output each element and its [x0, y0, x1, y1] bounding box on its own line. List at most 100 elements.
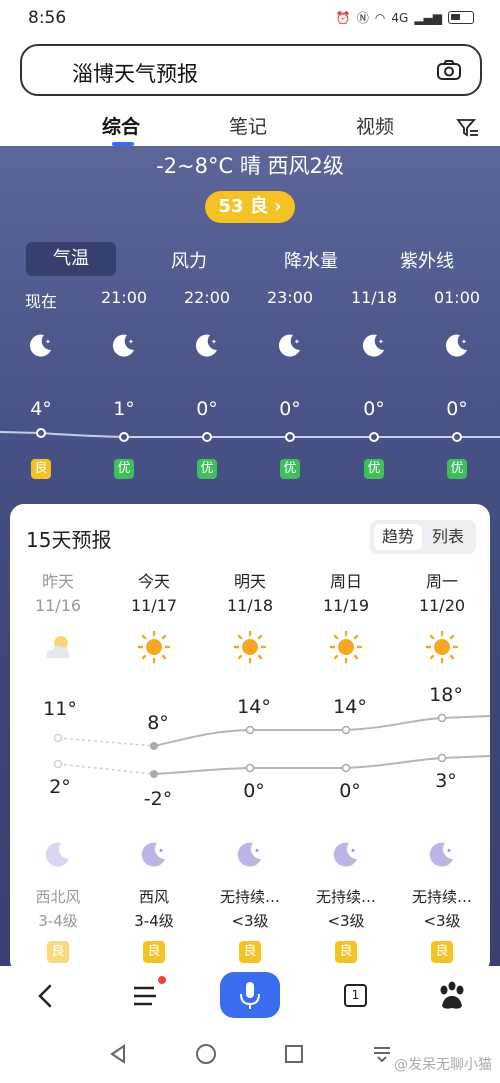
filter-icon[interactable]: [456, 118, 480, 138]
system-recents-icon[interactable]: [282, 1042, 306, 1066]
tab-temperature[interactable]: 气温: [26, 242, 116, 276]
wind-direction: 无持续…: [219, 888, 280, 906]
high-point: [341, 725, 351, 735]
result-tabs: 综合 笔记 视频: [0, 106, 500, 146]
svg-text:✦: ✦: [128, 338, 134, 346]
system-navigation: @发呆无聊小猫: [0, 1026, 500, 1083]
wind-direction: 无持续…: [315, 888, 376, 906]
watermark: @发呆无聊小猫: [394, 1057, 492, 1073]
tabs-button[interactable]: 1: [336, 976, 376, 1016]
moon-icon: ✦: [429, 842, 453, 867]
microphone-icon: [240, 982, 260, 1009]
svg-text:✦: ✦: [254, 847, 260, 855]
hour-temp: 0°: [279, 398, 301, 420]
hour-label: 01:00: [433, 288, 481, 307]
tab-general[interactable]: 综合: [102, 112, 140, 139]
battery-icon: [448, 11, 474, 24]
search-query[interactable]: 淄博天气预报: [72, 58, 198, 88]
hour-label: 23:00: [266, 288, 314, 307]
search-box[interactable]: 淄博天气预报: [20, 44, 482, 96]
system-home-icon[interactable]: [194, 1042, 218, 1066]
back-arrow-icon[interactable]: [26, 976, 66, 1016]
moon-icon: ✦: [29, 334, 51, 357]
bottom-navigation: 1: [0, 966, 500, 1026]
wind-direction: 西北风: [35, 888, 81, 906]
signal-icon: ▂▄▆: [414, 10, 442, 25]
network-type: 4G: [391, 10, 409, 25]
air-quality-chip: 优: [447, 459, 467, 479]
low-temp: 3°: [435, 770, 457, 792]
svg-text:✦: ✦: [378, 338, 384, 346]
moon-icon: ✦: [278, 334, 300, 357]
moon-icon: ✦: [141, 842, 165, 867]
svg-text:✦: ✦: [294, 338, 300, 346]
hourly-temp-line: [0, 428, 500, 442]
hourly-point: [285, 432, 295, 442]
air-quality-chip: 良: [335, 941, 357, 963]
air-quality-chip: 良: [431, 941, 453, 963]
voice-search-button[interactable]: [220, 972, 280, 1018]
low-temp: 0°: [339, 780, 361, 802]
moon-icon: ✦: [237, 842, 261, 867]
low-point: [437, 753, 447, 763]
hourly-point: [202, 432, 212, 442]
hour-temp: 0°: [196, 398, 218, 420]
hourly-point: [452, 432, 462, 442]
system-back-icon[interactable]: [106, 1042, 130, 1066]
status-time: 8:56: [28, 8, 67, 28]
svg-text:✦: ✦: [446, 847, 452, 855]
high-point: [437, 713, 447, 723]
tab-precipitation[interactable]: 降水量: [266, 247, 356, 273]
hour-temp: 0°: [363, 398, 385, 420]
tab-notes[interactable]: 笔记: [229, 112, 267, 139]
air-quality-chip: 优: [114, 459, 134, 479]
low-point: [53, 759, 63, 769]
low-point: [341, 763, 351, 773]
tab-uv[interactable]: 紫外线: [382, 247, 472, 273]
camera-icon[interactable]: [436, 59, 462, 81]
air-quality-chip: 优: [364, 459, 384, 479]
hour-temp: 4°: [30, 398, 52, 420]
air-quality-chip: 优: [197, 459, 217, 479]
tab-count: 1: [351, 988, 360, 1002]
svg-text:✦: ✦: [211, 338, 217, 346]
moon-icon: ✦: [112, 334, 134, 357]
svg-text:✦: ✦: [158, 847, 164, 855]
system-menu-icon[interactable]: [370, 1042, 394, 1066]
high-point: [150, 742, 158, 750]
low-temp: -2°: [143, 788, 173, 810]
low-point: [150, 770, 158, 778]
low-point: [245, 763, 255, 773]
tab-videos[interactable]: 视频: [356, 112, 394, 139]
svg-text:✦: ✦: [461, 338, 467, 346]
wind-level: <3级: [327, 912, 365, 930]
wind-level: 3-4级: [134, 912, 174, 930]
notification-dot: [158, 976, 166, 984]
forecast-card: 15天预报 趋势 列表 昨天 今天 明天 周日 周一 11/16 11/17 1…: [10, 504, 490, 974]
tab-wind[interactable]: 风力: [144, 247, 234, 273]
moon-icon: ✦: [445, 334, 467, 357]
nfc-icon: Ⓝ: [356, 11, 369, 25]
air-quality-chip: 优: [280, 459, 300, 479]
wind-level: <3级: [423, 912, 461, 930]
hourly-point: [369, 432, 379, 442]
high-point: [245, 725, 255, 735]
air-quality-chip: 良: [47, 941, 69, 963]
low-temp: 2°: [49, 776, 71, 798]
moon-icon: [45, 842, 69, 867]
hour-label: 现在: [24, 292, 57, 311]
hourly-point: [119, 432, 129, 442]
aqi-badge[interactable]: 53 良 ›: [205, 191, 295, 223]
svg-text:✦: ✦: [45, 338, 51, 346]
hourly-metric-tabs: 气温 风力 降水量 紫外线: [26, 242, 486, 276]
wind-direction: 西风: [138, 888, 169, 906]
air-quality-chip: 良: [31, 459, 51, 479]
hour-label: 21:00: [100, 288, 148, 307]
hour-temp: 0°: [446, 398, 468, 420]
alarm-icon: ⏰: [335, 10, 351, 25]
baidu-paw-icon[interactable]: [432, 976, 472, 1016]
air-quality-chip: 良: [239, 941, 261, 963]
status-bar: 8:56 ⏰ Ⓝ ◠ 4G ▂▄▆: [0, 0, 500, 36]
wind-direction: 无持续…: [411, 888, 472, 906]
low-temp: 0°: [243, 780, 265, 802]
